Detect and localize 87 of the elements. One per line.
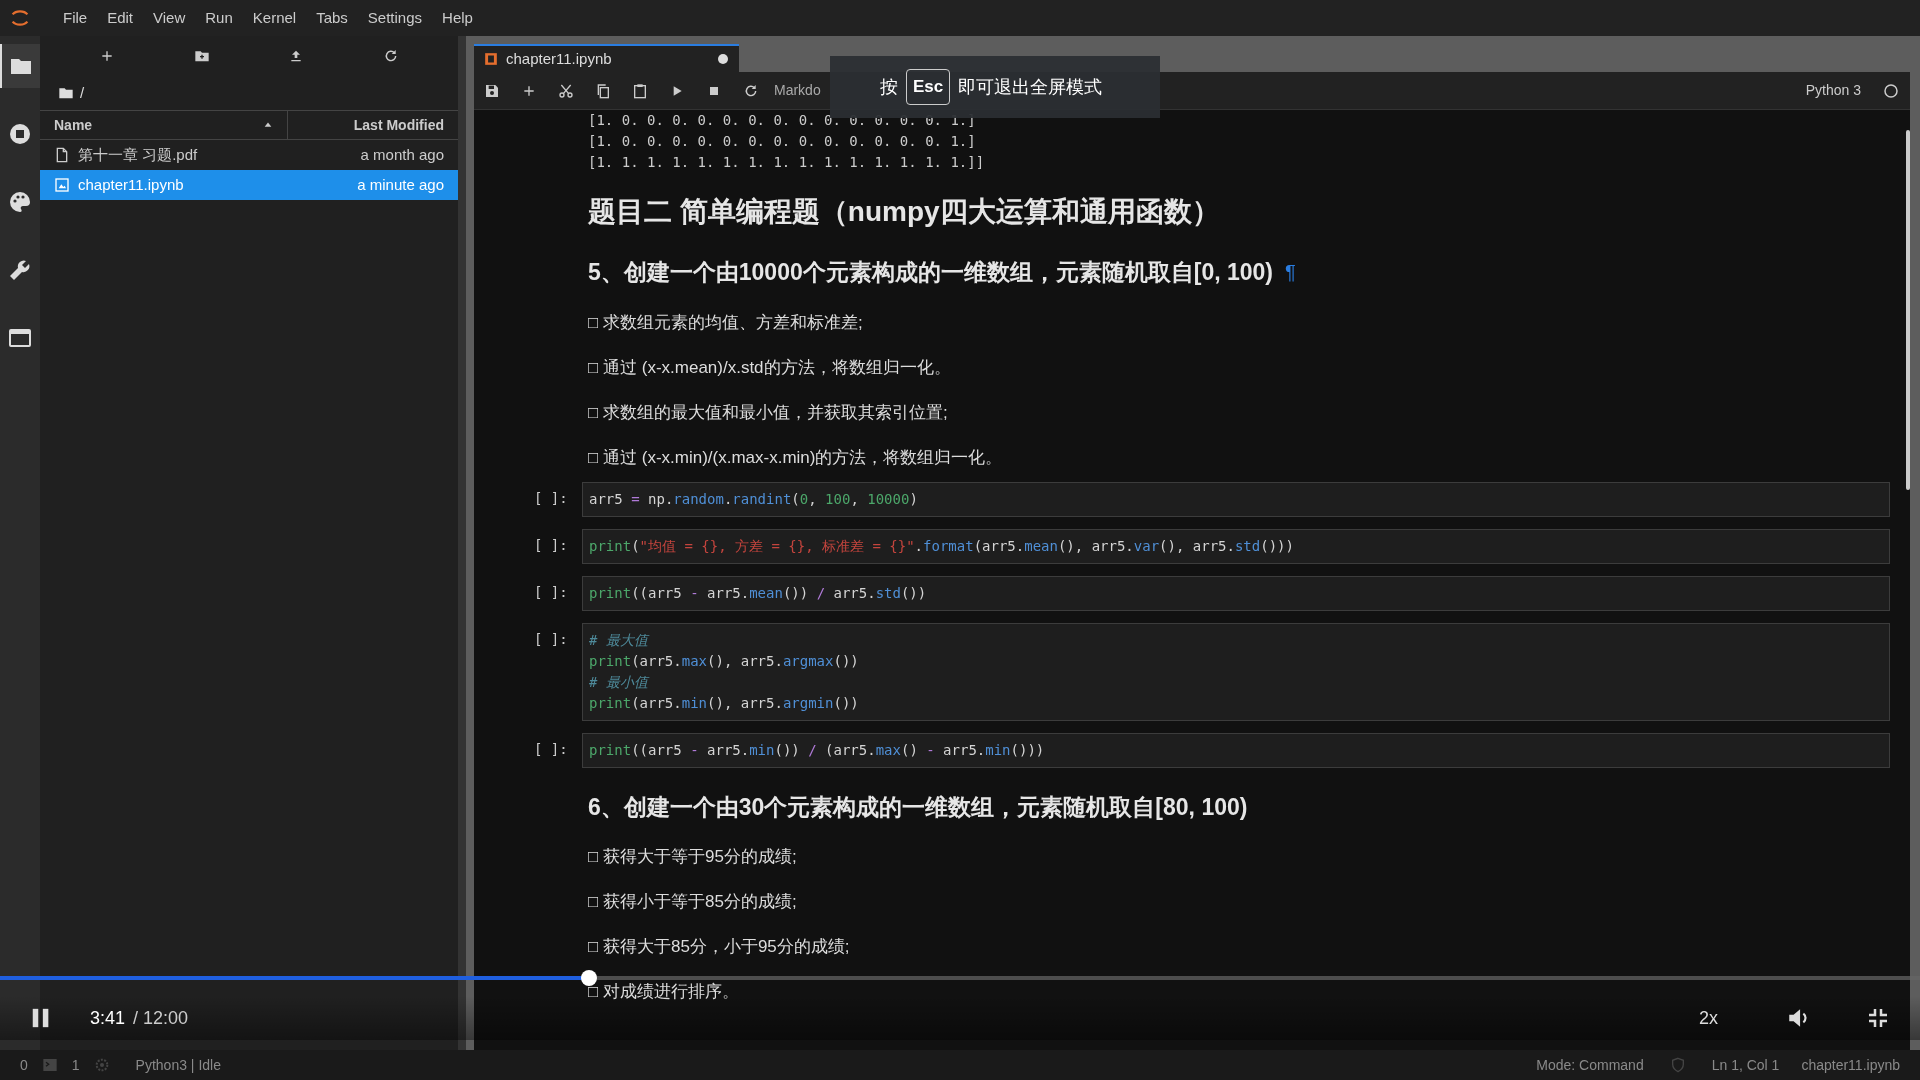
sort-caret-icon bbox=[263, 120, 273, 130]
status-filename: chapter11.ipynb bbox=[1801, 1055, 1900, 1075]
cell-prompt: [ ]: bbox=[534, 739, 569, 759]
cell-prompt: [ ]: bbox=[534, 629, 569, 649]
stop-circle-icon[interactable] bbox=[8, 122, 32, 146]
menu-item[interactable]: Tabs bbox=[307, 6, 357, 30]
cut-icon[interactable] bbox=[558, 82, 574, 99]
status-count: 1 bbox=[71, 1055, 80, 1075]
section-heading: 5、创建一个由10000个元素构成的一维数组，元素随机取自[0, 100) bbox=[588, 258, 1273, 287]
folder-icon[interactable] bbox=[58, 85, 74, 101]
menu-item[interactable]: Help bbox=[433, 6, 482, 30]
current-time: 3:41 bbox=[90, 1006, 126, 1030]
cell-prompt: [ ]: bbox=[534, 488, 569, 508]
notebook-file-icon bbox=[54, 177, 70, 193]
status-count: 0 bbox=[20, 1055, 28, 1075]
restart-icon[interactable] bbox=[743, 82, 759, 99]
anchor-link[interactable]: ¶ bbox=[1285, 257, 1296, 288]
file-name: chapter11.ipynb bbox=[78, 174, 185, 195]
output-text: [1. 1. 1. 1. 1. 1. 1. 1. 1. 1. 1. 1. 1. 1. 1.]] bbox=[587, 153, 986, 172]
task-item: □ 通过 (x-x.mean)/x.std的方法，将数组归一化。 bbox=[588, 356, 951, 379]
mode-indicator: Mode: Command bbox=[1536, 1055, 1644, 1075]
key-cap: Esc bbox=[906, 69, 951, 105]
paste-icon[interactable] bbox=[632, 82, 648, 99]
notebook-tab[interactable]: chapter11.ipynb bbox=[474, 44, 739, 72]
code-line: print((arr5 - arr5.mean()) / arr5.std()) bbox=[589, 583, 928, 603]
exit-fullscreen-icon[interactable] bbox=[1866, 1006, 1890, 1030]
code-line: print(arr5.min(), arr5.argmin()) bbox=[589, 693, 860, 713]
notebook-icon bbox=[484, 52, 498, 66]
save-icon[interactable] bbox=[484, 82, 500, 99]
modified-time: a month ago bbox=[360, 144, 444, 165]
task-item: □ 通过 (x-x.min)/(x.max-x.min)的方法，将数组归一化。 bbox=[588, 446, 1003, 469]
task-item: □ 对成绩进行排序。 bbox=[588, 981, 739, 1003]
palette-icon[interactable] bbox=[8, 190, 32, 214]
file-row[interactable]: 第十一章 习题.pdf a month ago bbox=[40, 140, 458, 170]
kernel-idle-icon bbox=[1882, 81, 1900, 100]
copy-icon[interactable] bbox=[595, 82, 611, 99]
heading: 题目二 简单编程题（numpy四大运算和通用函数） bbox=[588, 195, 1220, 229]
tabs-icon[interactable] bbox=[8, 326, 32, 350]
column-header[interactable]: Name bbox=[40, 111, 288, 139]
app-logo-icon bbox=[9, 7, 31, 29]
task-item: □ 求数组的最大值和最小值，并获取其索引位置; bbox=[588, 401, 948, 424]
playback-speed[interactable]: 2x bbox=[1699, 1004, 1718, 1032]
task-item: □ 获得大于等于95分的成绩; bbox=[588, 846, 797, 868]
cursor-position: Ln 1, Col 1 bbox=[1711, 1055, 1780, 1075]
duration: / 12:00 bbox=[133, 1006, 189, 1030]
toast-text: 即可退出全屏模式 bbox=[958, 75, 1103, 99]
code-cell[interactable]: print("均值 = {}, 方差 = {}, 标准差 = {}".format(arr5.mean(), arr5.var(), arr5.std())) bbox=[582, 528, 1890, 564]
output-text: [1. 0. 0. 0. 0. 0. 0. 0. 0. 0. 0. 0. 0. 0. 1.] bbox=[587, 132, 977, 151]
column-header[interactable]: Last Modified bbox=[288, 111, 458, 139]
scrollbar-thumb[interactable] bbox=[1906, 130, 1910, 490]
modified-time: a minute ago bbox=[357, 174, 444, 195]
code-line: print("均值 = {}, 方差 = {}, 标准差 = {}".format(arr5.mean(), arr5.var(), arr5.std())) bbox=[589, 536, 1295, 556]
section-heading: 6、创建一个由30个元素构成的一维数组，元素随机取自[80, 100) bbox=[588, 792, 1248, 822]
kernel-name[interactable]: Python 3 bbox=[1805, 80, 1861, 101]
wrench-icon[interactable] bbox=[8, 258, 32, 282]
code-cell[interactable]: arr5 = np.random.randint(0, 100, 10000) bbox=[582, 481, 1890, 517]
terminal-icon bbox=[41, 1057, 58, 1073]
cell-prompt: [ ]: bbox=[534, 535, 569, 555]
new-folder-icon[interactable] bbox=[193, 48, 210, 64]
code-line: print((arr5 - arr5.min()) / (arr5.max() - arr5.min())) bbox=[589, 740, 1046, 760]
cell-type-dropdown[interactable]: Markdo bbox=[774, 80, 821, 101]
code-cell[interactable]: print((arr5 - arr5.mean()) / arr5.std()) bbox=[582, 575, 1890, 611]
breadcrumb-path[interactable]: / bbox=[80, 81, 85, 105]
menu-item[interactable]: File bbox=[54, 6, 97, 30]
task-item: □ 获得小于等于85分的成绩; bbox=[588, 891, 797, 913]
code-line: # 最小值 bbox=[589, 672, 651, 692]
code-line: print(arr5.max(), arr5.argmax()) bbox=[589, 651, 860, 671]
shield-icon bbox=[1669, 1057, 1686, 1073]
code-cell[interactable]: print((arr5 - arr5.min()) / (arr5.max() - arr5.min())) bbox=[582, 732, 1890, 768]
menu-item[interactable]: Settings bbox=[358, 6, 432, 30]
unsaved-dot-icon[interactable] bbox=[717, 53, 729, 65]
code-cell[interactable]: # 最大值 print(arr5.max(), arr5.argmax()) # 最小值 print(arr5.min(), arr5.argmin()) bbox=[582, 622, 1890, 721]
menu-item[interactable]: Run bbox=[196, 6, 242, 30]
menu-item[interactable]: Edit bbox=[98, 6, 143, 30]
document-icon bbox=[54, 147, 70, 163]
kernel-status: Python3 | Idle bbox=[135, 1055, 221, 1075]
toast-text: 按 bbox=[880, 75, 898, 99]
menu-item[interactable]: Kernel bbox=[243, 6, 306, 30]
menu-item[interactable]: View bbox=[144, 6, 195, 30]
cell-prompt: [ ]: bbox=[534, 582, 569, 602]
output-text: [1. 0. 0. 0. 0. 0. 0. 0. 0. 0. 0. 0. 0. 0. 1.] bbox=[587, 111, 977, 130]
code-line: # 最大值 bbox=[589, 630, 651, 650]
file-name: 第十一章 习题.pdf bbox=[78, 144, 199, 165]
task-item: □ 获得大于85分，小于95分的成绩; bbox=[588, 936, 850, 958]
task-item: □ 求数组元素的均值、方差和标准差; bbox=[588, 311, 863, 334]
code-line: arr5 = np.random.randint(0, 100, 10000) bbox=[589, 489, 919, 509]
gear-icon bbox=[93, 1057, 110, 1073]
